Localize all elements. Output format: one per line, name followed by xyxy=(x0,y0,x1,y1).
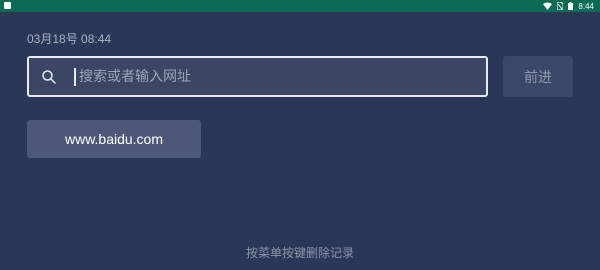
status-time: 8:44 xyxy=(578,1,594,11)
no-sim-icon xyxy=(557,2,564,10)
text-caret xyxy=(74,68,76,86)
notification-icon xyxy=(4,2,11,9)
wifi-icon xyxy=(543,2,553,10)
date-time-label: 03月18号 08:44 xyxy=(27,32,112,46)
delete-hint: 按菜单按键删除记录 xyxy=(245,246,354,260)
history-item[interactable]: www.baidu.com xyxy=(27,120,201,158)
search-icon xyxy=(41,69,57,85)
battery-icon xyxy=(568,2,574,10)
search-box[interactable] xyxy=(27,56,488,97)
status-bar: 8:44 xyxy=(0,0,600,12)
go-button[interactable]: 前进 xyxy=(503,56,573,97)
search-input[interactable] xyxy=(79,58,479,95)
status-icons: 8:44 xyxy=(543,0,594,12)
